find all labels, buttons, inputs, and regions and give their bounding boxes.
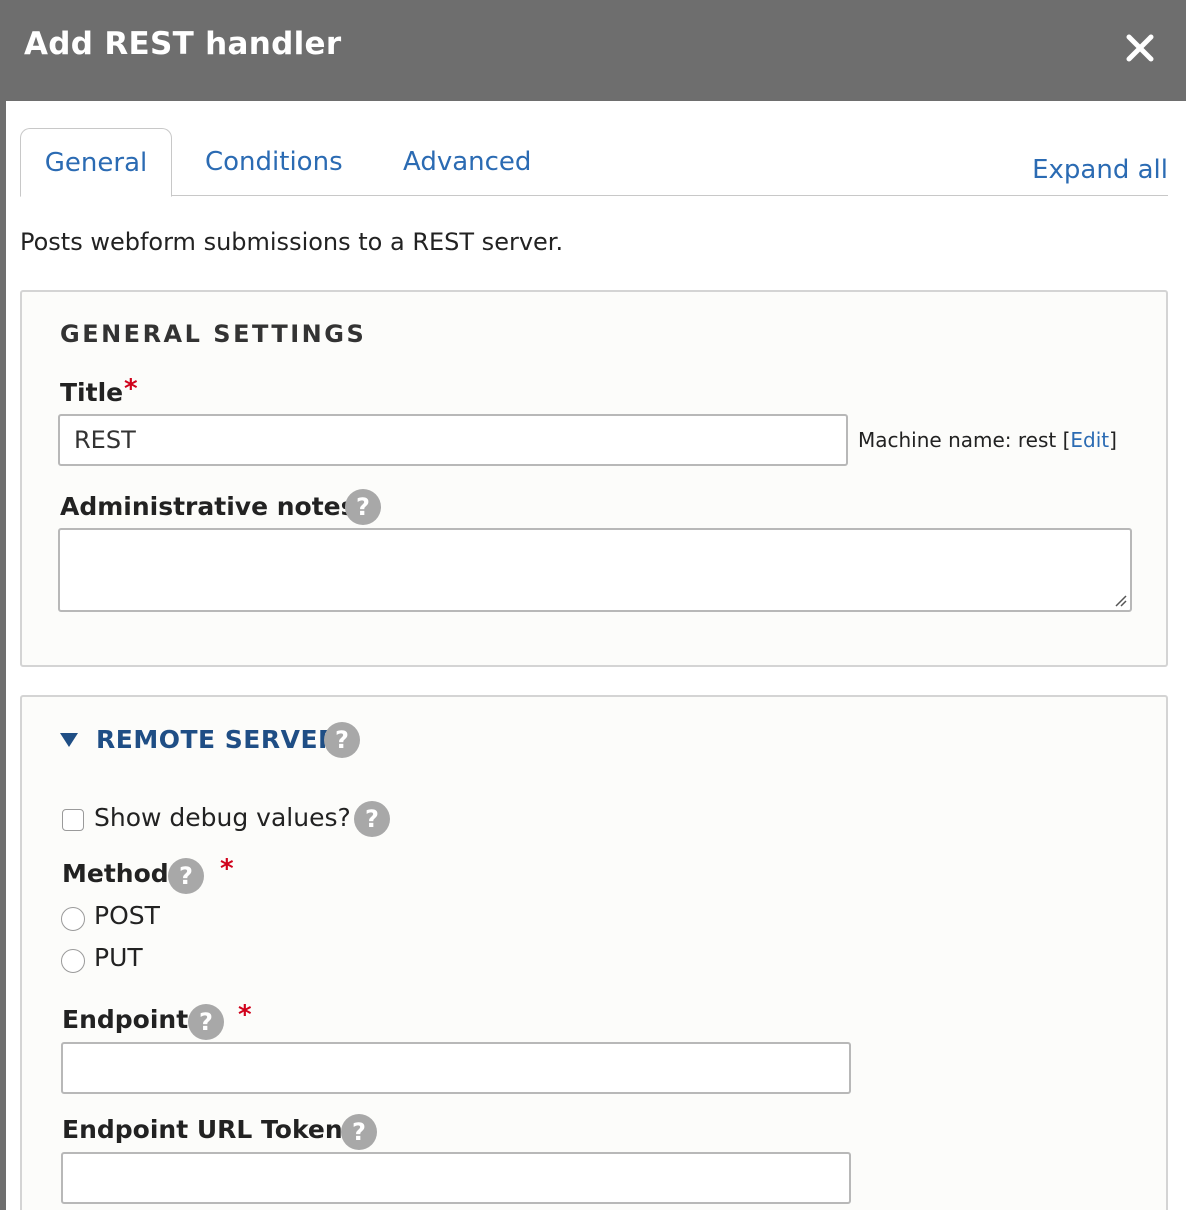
administrative-notes-textarea[interactable] bbox=[58, 528, 1132, 612]
dialog-title: Add REST handler bbox=[24, 26, 342, 62]
help-icon[interactable]: ? bbox=[188, 1004, 224, 1040]
method-post-radio[interactable] bbox=[61, 907, 85, 931]
tab-bar: General Conditions Advanced bbox=[20, 128, 1168, 197]
endpoint-input[interactable] bbox=[61, 1042, 851, 1094]
dialog-left-border bbox=[0, 0, 6, 1210]
method-put-label[interactable]: PUT bbox=[94, 943, 143, 972]
help-icon[interactable]: ? bbox=[341, 1114, 377, 1150]
endpoint-url-token-label: Endpoint URL Token bbox=[62, 1115, 343, 1144]
dialog-titlebar: Add REST handler bbox=[0, 0, 1186, 101]
help-icon[interactable]: ? bbox=[168, 858, 204, 894]
remote-server-summary[interactable]: REMOTE SERVER bbox=[96, 725, 338, 754]
machine-name-bracket: ] bbox=[1109, 428, 1117, 452]
method-label: Method bbox=[62, 859, 169, 888]
general-settings-fieldset: GENERAL SETTINGS Title * Machine name: r… bbox=[20, 290, 1168, 667]
close-icon[interactable] bbox=[1122, 30, 1158, 66]
disclosure-triangle-icon[interactable] bbox=[60, 733, 78, 747]
title-label: Title bbox=[60, 378, 124, 407]
machine-name: Machine name: rest [Edit] bbox=[858, 428, 1117, 452]
required-marker: * bbox=[124, 374, 138, 404]
tab-general[interactable]: General bbox=[20, 128, 172, 197]
remote-server-details: REMOTE SERVER ? Show debug values? ? Met… bbox=[20, 695, 1168, 1210]
method-post-label[interactable]: POST bbox=[94, 901, 160, 930]
show-debug-checkbox[interactable] bbox=[62, 809, 84, 831]
required-marker: * bbox=[238, 1000, 252, 1030]
resize-handle-icon[interactable] bbox=[1112, 592, 1128, 608]
tab-advanced[interactable]: Advanced bbox=[403, 128, 531, 196]
method-put-radio[interactable] bbox=[61, 949, 85, 973]
help-icon[interactable]: ? bbox=[324, 722, 360, 758]
machine-name-edit-link[interactable]: Edit bbox=[1070, 428, 1109, 452]
expand-all-link[interactable]: Expand all bbox=[1032, 155, 1168, 185]
required-marker: * bbox=[220, 854, 234, 884]
endpoint-label: Endpoint bbox=[62, 1005, 189, 1034]
handler-description: Posts webform submissions to a REST serv… bbox=[20, 228, 564, 256]
help-icon[interactable]: ? bbox=[345, 489, 381, 525]
help-icon[interactable]: ? bbox=[354, 801, 390, 837]
title-input[interactable] bbox=[58, 414, 848, 466]
endpoint-url-token-input[interactable] bbox=[61, 1152, 851, 1204]
add-rest-handler-dialog: Add REST handler General Conditions Adva… bbox=[0, 0, 1186, 1210]
general-settings-legend: GENERAL SETTINGS bbox=[60, 320, 367, 348]
machine-name-text: Machine name: rest [ bbox=[858, 428, 1071, 452]
tab-conditions[interactable]: Conditions bbox=[205, 128, 343, 196]
show-debug-label[interactable]: Show debug values? bbox=[94, 803, 351, 832]
administrative-notes-label: Administrative notes bbox=[60, 492, 356, 521]
